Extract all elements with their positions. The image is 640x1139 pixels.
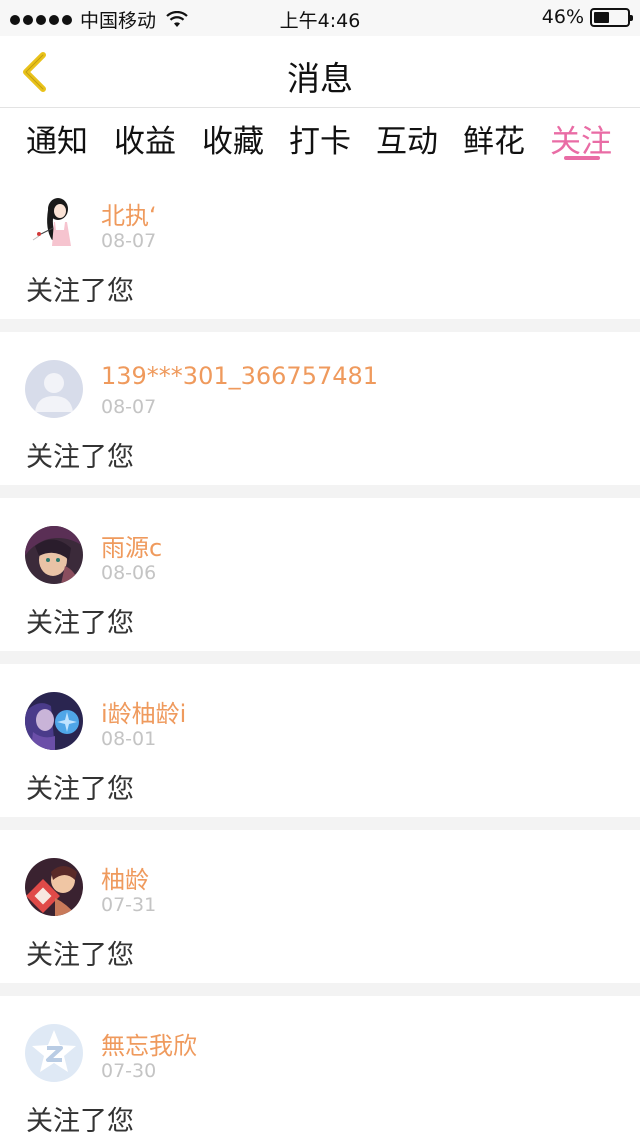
item-divider [0, 817, 640, 830]
battery-icon [590, 7, 633, 27]
follow-date: 08-07 [101, 396, 157, 418]
follow-message: 关注了您 [26, 774, 134, 805]
tab-follow[interactable]: 关注 [550, 116, 612, 161]
avatar[interactable] [25, 858, 83, 916]
tab-bar: 通知 收益 收藏 打卡 互动 鲜花 关注 [0, 108, 640, 166]
tab-interaction[interactable]: 互动 [376, 116, 438, 161]
list-item: 北执‘ 08-07 关注了您 [0, 166, 640, 319]
follower-name[interactable]: 雨源c [101, 528, 162, 563]
avatar[interactable] [25, 692, 83, 750]
avatar[interactable] [25, 526, 83, 584]
item-divider [0, 983, 640, 996]
avatar[interactable] [25, 194, 83, 252]
item-divider [0, 485, 640, 498]
avatar[interactable] [25, 1024, 83, 1082]
follow-date: 08-06 [101, 562, 157, 584]
battery-fill [594, 11, 609, 23]
avatar[interactable] [25, 360, 83, 418]
anime-portrait-avatar-icon [25, 526, 83, 584]
anime-girl-avatar-icon [25, 194, 83, 252]
follower-name[interactable]: 無忘我欣 [101, 1026, 197, 1061]
anime-pair-avatar-icon [25, 858, 83, 916]
follow-date: 08-01 [101, 728, 157, 750]
tab-favorites[interactable]: 收藏 [202, 116, 264, 161]
follow-message: 关注了您 [26, 1106, 134, 1137]
list-item: 無忘我欣 07-30 关注了您 [0, 996, 640, 1139]
follow-message: 关注了您 [26, 276, 134, 307]
status-bar: 中国移动 上午4:46 46% [0, 0, 640, 36]
follow-date: 07-30 [101, 1060, 157, 1082]
tab-earnings[interactable]: 收益 [114, 116, 176, 161]
follower-name[interactable]: 柚龄 [101, 860, 149, 895]
default-person-avatar-icon [25, 360, 83, 418]
status-right: 46% [541, 6, 633, 28]
follower-name[interactable]: 139***301_366757481 [101, 362, 378, 390]
nav-bar: 消息 [0, 36, 640, 108]
follow-date: 08-07 [101, 230, 157, 252]
qq-star-avatar-icon [25, 1024, 83, 1082]
follow-message: 关注了您 [26, 940, 134, 971]
follower-name[interactable]: i龄柚龄i [101, 694, 186, 729]
list-item: 柚龄 07-31 关注了您 [0, 830, 640, 983]
anime-purple-avatar-icon [25, 692, 83, 750]
tab-flowers[interactable]: 鲜花 [463, 116, 525, 161]
tab-checkin[interactable]: 打卡 [289, 116, 351, 161]
list-item: 139***301_366757481 08-07 关注了您 [0, 332, 640, 485]
page-title: 消息 [287, 59, 353, 98]
active-tab-indicator [564, 156, 600, 160]
battery-percent: 46% [541, 6, 584, 28]
follower-name[interactable]: 北执‘ [101, 196, 157, 231]
follow-date: 07-31 [101, 894, 157, 916]
follow-message: 关注了您 [26, 608, 134, 639]
list-item: 雨源c 08-06 关注了您 [0, 498, 640, 651]
item-divider [0, 651, 640, 664]
follow-message: 关注了您 [26, 442, 134, 473]
item-divider [0, 319, 640, 332]
tab-notice[interactable]: 通知 [26, 116, 88, 161]
list-item: i龄柚龄i 08-01 关注了您 [0, 664, 640, 817]
